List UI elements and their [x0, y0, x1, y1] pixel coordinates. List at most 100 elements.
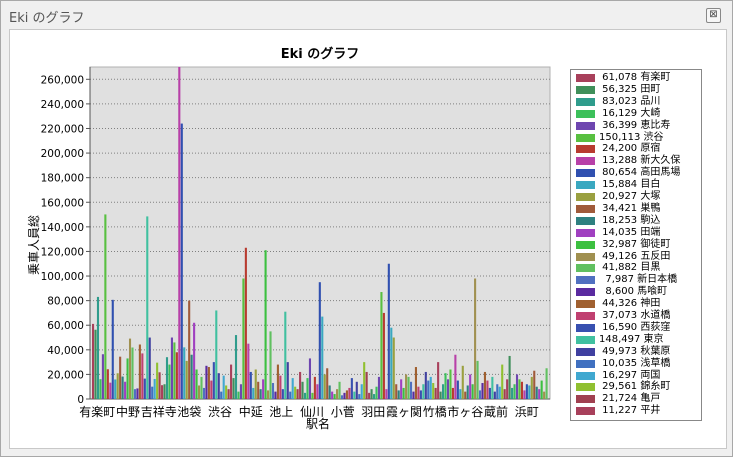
x-tick-label: 蔵前	[484, 404, 508, 419]
bar	[249, 371, 252, 399]
bar	[156, 362, 159, 399]
legend-item: 15,884 目白	[571, 179, 701, 191]
legend-item: 80,654 高田馬場	[571, 167, 701, 179]
legend-label: 41,882 目黒	[599, 262, 661, 274]
legend-item: 83,023 品川	[571, 96, 701, 108]
legend-item: 44,326 神田	[571, 298, 701, 310]
bar	[111, 299, 114, 399]
y-tick-label: 160,000	[41, 197, 84, 209]
legend-label: 16,297 両国	[599, 369, 661, 381]
bar	[188, 300, 191, 399]
bar	[343, 392, 346, 399]
bar	[168, 364, 171, 399]
legend-label: 15,884 目白	[599, 179, 661, 191]
legend-item: 11,227 平井	[571, 405, 701, 417]
legend-label: 13,288 新大久保	[599, 155, 681, 167]
bar	[395, 384, 398, 399]
bar	[318, 282, 321, 399]
y-tick-label: 20,000	[47, 369, 84, 381]
bar	[331, 391, 334, 399]
bar	[303, 392, 307, 399]
bar	[483, 371, 487, 399]
legend-item: 21,724 亀戸	[571, 393, 701, 405]
bar	[269, 331, 272, 399]
bar	[276, 364, 279, 399]
bar	[444, 373, 447, 399]
bar	[496, 384, 499, 399]
bar	[419, 390, 422, 399]
y-tick-label: 60,000	[47, 320, 84, 332]
bar	[316, 384, 319, 399]
legend-item: 61,078 有楽町	[571, 72, 701, 84]
bar	[180, 123, 183, 399]
bar	[289, 391, 292, 399]
legend-swatch	[576, 264, 595, 273]
bar	[451, 387, 454, 399]
bar	[257, 381, 260, 399]
bar	[323, 374, 326, 399]
bar	[454, 354, 457, 399]
legend-swatch	[576, 181, 595, 190]
legend-swatch	[576, 133, 595, 142]
bar	[205, 365, 208, 399]
legend-label: 8,600 馬喰町	[599, 286, 668, 298]
bar	[227, 389, 230, 399]
bar	[474, 278, 477, 399]
bar	[508, 355, 511, 399]
bar	[360, 384, 363, 399]
bar	[106, 369, 109, 399]
bar	[442, 384, 445, 399]
y-tick-label: 220,000	[41, 123, 84, 135]
bar	[239, 384, 242, 399]
legend-swatch	[576, 312, 595, 320]
bar	[92, 323, 95, 399]
legend-item: 29,561 錦糸町	[571, 381, 701, 393]
legend-item: 8,600 馬喰町	[571, 286, 701, 298]
legend-label: 14,035 田端	[599, 226, 661, 238]
bar	[538, 389, 541, 399]
bar	[161, 385, 164, 399]
bar	[375, 386, 378, 399]
legend-swatch	[576, 407, 595, 416]
bar	[193, 322, 196, 399]
bar	[417, 386, 420, 399]
legend-label: 32,987 御徒町	[599, 238, 671, 250]
bar	[308, 358, 312, 399]
bar	[449, 369, 452, 399]
bar	[365, 371, 368, 399]
y-tick-label: 80,000	[47, 296, 84, 308]
legend-item: 18,253 駒込	[571, 215, 701, 227]
bar	[232, 378, 235, 399]
bar	[498, 386, 501, 399]
legend-swatch	[576, 335, 595, 344]
bar	[348, 387, 351, 399]
bar	[136, 388, 139, 399]
legend-label: 36,399 恵比寿	[599, 119, 671, 131]
legend-label: 24,200 原宿	[599, 143, 661, 155]
bar	[515, 374, 519, 399]
bar	[262, 379, 265, 399]
x-tick-label: 中延	[239, 404, 263, 419]
legend-swatch	[576, 109, 595, 118]
bar	[163, 384, 166, 399]
x-tick-label: 中野	[116, 404, 140, 419]
bar	[377, 376, 381, 399]
legend-label: 7,987 新日本橋	[599, 274, 678, 286]
bar	[210, 380, 213, 399]
bar	[513, 384, 516, 399]
legend-swatch	[576, 204, 595, 213]
bar	[133, 389, 136, 399]
bar	[217, 373, 220, 399]
bar	[333, 394, 336, 399]
bar	[486, 380, 489, 399]
bar	[469, 374, 472, 399]
legend-item: 49,126 五反田	[571, 251, 701, 263]
y-tick-label: 200,000	[41, 148, 84, 160]
bar	[422, 384, 425, 399]
legend-label: 18,253 駒込	[599, 214, 661, 226]
bar	[350, 378, 353, 399]
bar	[158, 372, 161, 399]
bar	[264, 250, 267, 399]
legend-label: 44,326 神田	[599, 298, 661, 310]
bar	[195, 369, 198, 399]
